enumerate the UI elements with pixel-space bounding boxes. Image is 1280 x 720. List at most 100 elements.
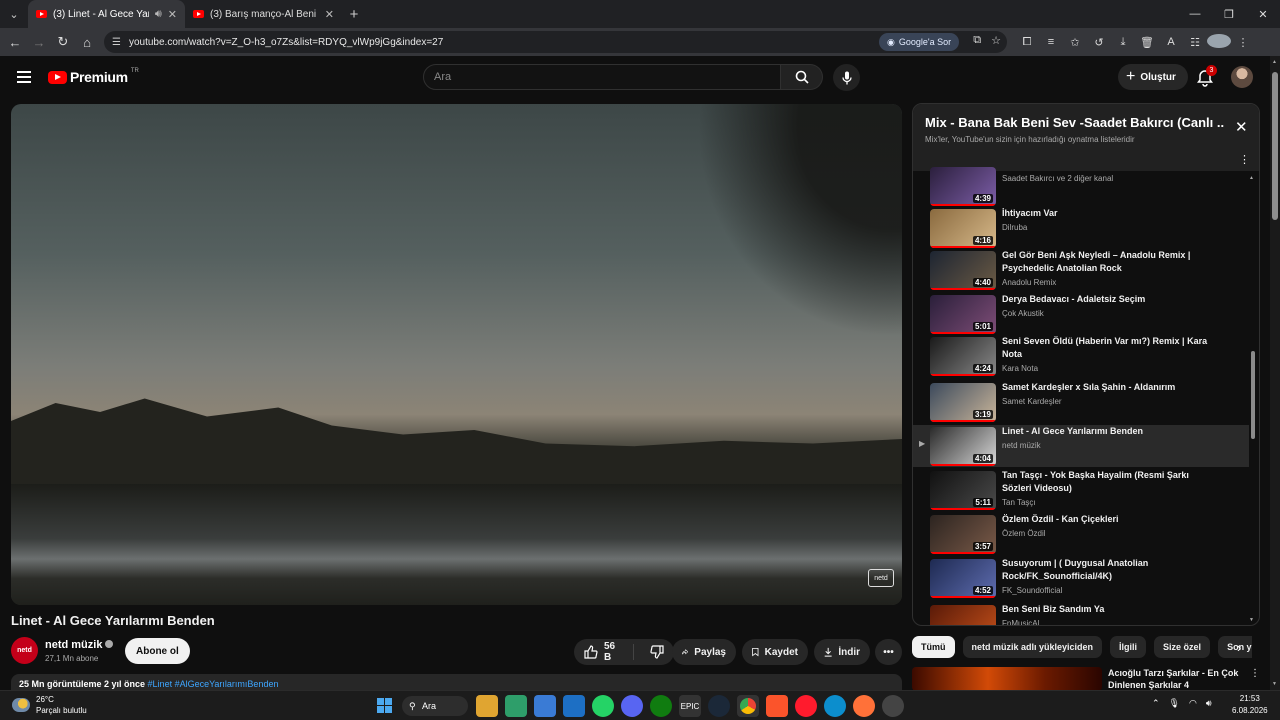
profile-icon[interactable] <box>1207 33 1231 51</box>
browser-menu-icon[interactable]: ⋮ <box>1231 36 1255 49</box>
search-input[interactable]: Ara <box>423 64 781 90</box>
brave-icon[interactable] <box>766 695 788 717</box>
minimize-icon[interactable]: — <box>1178 0 1212 28</box>
tab-close-icon[interactable]: ✕ <box>168 8 177 21</box>
tray-mic-icon[interactable]: 🎙︎ <box>1169 698 1180 709</box>
browser-tab[interactable]: (3) Barış manço-Al Beni - YouTube ✕ <box>185 0 342 28</box>
favorites-icon[interactable]: ✩ <box>1063 36 1087 49</box>
tab-close-icon[interactable]: ✕ <box>325 8 334 21</box>
page-scroll-thumb[interactable] <box>1272 72 1278 220</box>
menu-hamburger-icon[interactable] <box>17 71 31 83</box>
save-button[interactable]: Kaydet <box>742 639 808 665</box>
reload-icon[interactable]: ↻ <box>51 28 75 56</box>
playlist-scroll-thumb[interactable] <box>1251 351 1255 439</box>
recommended-video[interactable]: Acıoğlu Tarzı Şarkılar - En Çok Dinlenen… <box>912 667 1260 691</box>
tray-overflow-icon[interactable]: ⌃ <box>1152 698 1160 709</box>
user-avatar[interactable] <box>1231 66 1253 88</box>
tray-wifi-icon[interactable]: ◠ <box>1189 698 1197 709</box>
system-clock[interactable]: 21:53 6.08.2026 <box>1232 693 1268 717</box>
home-icon[interactable]: ⌂ <box>75 28 99 56</box>
create-button[interactable]: + Oluştur <box>1118 64 1188 90</box>
playlist-thumbnail[interactable]: 4:52 <box>930 559 996 598</box>
playlist-thumbnail[interactable]: 3:57 <box>930 515 996 554</box>
chip-related[interactable]: İlgili <box>1110 636 1147 658</box>
like-button[interactable]: 56 B <box>574 641 634 663</box>
site-settings-icon[interactable]: ☰ <box>112 37 121 48</box>
chip-from-uploader[interactable]: netd müzik adlı yükleyiciden <box>962 636 1103 658</box>
close-playlist-icon[interactable]: ✕ <box>1235 118 1248 136</box>
restore-icon[interactable]: ❐ <box>1212 0 1246 28</box>
close-window-icon[interactable]: ✕ <box>1246 0 1280 28</box>
firefox-icon[interactable] <box>853 695 875 717</box>
chip-recent[interactable]: Son y <box>1218 636 1252 658</box>
download-button[interactable]: İndir <box>814 639 870 665</box>
tray-volume-icon[interactable]: 🔊︎ <box>1206 698 1212 709</box>
playlist-item-current[interactable]: ▶ 4:04 Linet - Al Gece Yarılarımı Benden ne… <box>913 425 1249 467</box>
playlist-item[interactable]: 4:52 Susuyorum | ( Duygusal Anatolian Roc… <box>913 557 1249 601</box>
description-tags[interactable]: #Linet #AlGeceYarılarımıBenden <box>148 679 279 689</box>
dislike-button[interactable] <box>640 645 674 659</box>
xbox-icon[interactable] <box>650 695 672 717</box>
playlist-thumbnail[interactable]: 5:11 <box>930 471 996 510</box>
subscribe-button[interactable]: Abone ol <box>125 638 190 664</box>
playlist-scrollbar[interactable]: ▲ ▼ <box>1249 175 1255 623</box>
weather-widget[interactable]: 26°C Parçalı bulutlu <box>12 694 87 716</box>
discord-icon[interactable] <box>621 695 643 717</box>
playlist-item[interactable]: 4:40 Gel Gör Beni Aşk Neyledi – Anadolu R… <box>913 249 1249 293</box>
channel-avatar[interactable]: netd <box>11 637 38 664</box>
recommended-title[interactable]: Acıoğlu Tarzı Şarkılar - En Çok Dinlenen… <box>1108 667 1243 691</box>
more-actions-button[interactable]: ••• <box>875 639 902 665</box>
youtube-logo[interactable]: Premium TR <box>48 68 139 85</box>
tab-list-icon[interactable]: ☷ <box>1183 36 1207 49</box>
page-scroll-down-icon[interactable]: ▼ <box>1272 681 1277 687</box>
opera-icon[interactable] <box>795 695 817 717</box>
playlist-item[interactable]: 4:16 İhtiyacım Var Dilruba <box>913 207 1249 249</box>
playlist-thumbnail[interactable]: 4:04 <box>930 427 996 466</box>
chips-next-icon[interactable]: › <box>1237 640 1241 655</box>
channel-watermark[interactable]: netd <box>868 569 894 587</box>
channel-name[interactable]: netd müzik <box>45 639 114 651</box>
address-bar[interactable]: ☰ youtube.com/watch?v=Z_O-h3_o7Zs&list=R… <box>104 31 1007 53</box>
history-icon[interactable]: ↺ <box>1087 36 1111 49</box>
search-button[interactable] <box>781 64 823 90</box>
windows-start-icon[interactable] <box>377 698 392 713</box>
playlist-item[interactable]: 5:01 Derya Bedavacı - Adaletsiz Seçim Çok … <box>913 293 1249 335</box>
downloads-icon[interactable]: ⤓ <box>1111 36 1135 49</box>
playlist-thumbnail[interactable]: 3:19 <box>930 383 996 422</box>
video-player[interactable]: netd <box>11 104 902 605</box>
translate-icon[interactable]: A <box>1159 36 1183 48</box>
back-icon[interactable]: ← <box>3 28 27 56</box>
outlook-icon[interactable] <box>563 695 585 717</box>
playlist-item[interactable]: 4:39 Saadet Bakırcı ve 2 diğer kanal <box>913 165 1249 206</box>
recommended-thumbnail[interactable] <box>912 667 1102 691</box>
recommended-more-icon[interactable]: ⋮ <box>1250 668 1260 679</box>
playlist-title[interactable]: Mix - Bana Bak Beni Sev -Saadet Bakırcı … <box>925 115 1225 130</box>
share-button[interactable]: Paylaş <box>672 639 736 665</box>
playlist-thumbnail[interactable] <box>930 605 996 625</box>
playlist-thumbnail[interactable]: 5:01 <box>930 295 996 334</box>
chip-for-you[interactable]: Size özel <box>1154 636 1211 658</box>
taskbar-search[interactable]: ⚲ Ara <box>402 696 468 716</box>
speaker-icon[interactable]: 🔊︎ <box>155 8 162 21</box>
chrome-icon[interactable] <box>737 695 759 717</box>
copilot-icon[interactable] <box>505 695 527 717</box>
playlist-thumbnail[interactable]: 4:16 <box>930 209 996 248</box>
tab-search-chevron-icon[interactable]: ⌄ <box>0 0 28 28</box>
scroll-down-icon[interactable]: ▼ <box>1249 617 1254 623</box>
bookmark-star-icon[interactable]: ☆ <box>991 34 1001 47</box>
forward-icon[interactable]: → <box>27 28 51 56</box>
steam-overlay-icon[interactable] <box>882 695 904 717</box>
epic-games-icon[interactable]: EPIC <box>679 695 701 717</box>
steam-icon[interactable] <box>708 695 730 717</box>
file-explorer-icon[interactable] <box>476 695 498 717</box>
page-scroll-up-icon[interactable]: ▲ <box>1272 59 1277 65</box>
chip-all[interactable]: Tümü <box>912 636 955 658</box>
playlist-item[interactable]: 4:24 Seni Seven Öldü (Haberin Var mı?) Re… <box>913 335 1249 381</box>
playlist-thumbnail[interactable]: 4:40 <box>930 251 996 290</box>
reading-list-icon[interactable]: ≡ <box>1039 36 1063 48</box>
scroll-up-icon[interactable]: ▲ <box>1249 175 1254 181</box>
playlist-item[interactable]: Ben Seni Biz Sandım Ya FnMusicAl <box>913 603 1249 625</box>
playlist-item[interactable]: 3:57 Özlem Özdil - Kan Çiçekleri Özlem Özd… <box>913 513 1249 557</box>
page-scrollbar[interactable]: ▲ ▼ <box>1270 56 1280 690</box>
new-tab-icon[interactable]: + <box>342 6 366 23</box>
